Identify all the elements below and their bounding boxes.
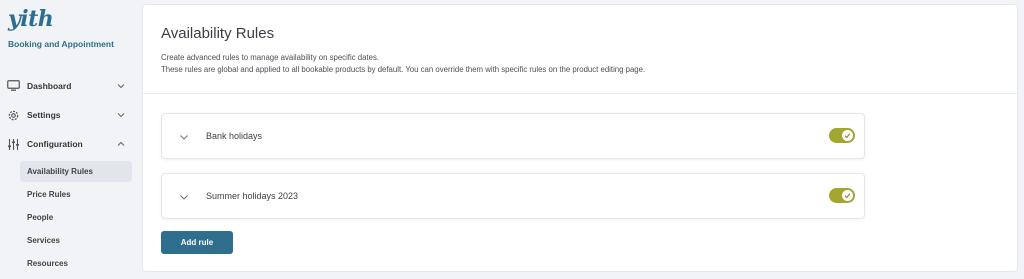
yith-logo[interactable]: yith [8, 6, 54, 32]
rule-enabled-toggle[interactable] [829, 188, 855, 203]
sidebar: yith Booking and Appointment Dashboard S… [0, 0, 142, 279]
gear-icon [6, 108, 20, 122]
chevron-down-icon[interactable] [116, 110, 126, 120]
page-description: Create advanced rules to manage availabi… [161, 52, 645, 76]
rule-name: Summer holidays 2023 [206, 191, 299, 201]
add-rule-button[interactable]: Add rule [161, 231, 233, 254]
check-icon [842, 130, 853, 141]
sidebar-subitem-resources[interactable]: Resources [20, 253, 132, 274]
chevron-up-icon[interactable] [116, 139, 126, 149]
sidebar-item-configuration[interactable]: Configuration [6, 134, 130, 154]
chevron-down-icon[interactable] [178, 131, 190, 143]
description-line: Create advanced rules to manage availabi… [161, 53, 380, 62]
sidebar-item-label: Dashboard [27, 81, 72, 91]
sidebar-item-label: Settings [27, 110, 61, 120]
monitor-icon [6, 79, 20, 93]
sidebar-subitem-availability-rules[interactable]: Availability Rules [20, 161, 132, 182]
sidebar-item-label: Configuration [27, 139, 83, 149]
sliders-icon [6, 137, 20, 151]
rule-row[interactable]: Bank holidays [161, 113, 865, 159]
check-icon [842, 190, 853, 201]
divider [143, 93, 1017, 94]
rule-name: Bank holidays [206, 131, 263, 141]
chevron-down-icon[interactable] [116, 81, 126, 91]
plugin-name: Booking and Appointment [8, 39, 114, 49]
sidebar-item-dashboard[interactable]: Dashboard [6, 76, 130, 96]
sidebar-subitem-people[interactable]: People [20, 207, 132, 228]
sidebar-subitem-services[interactable]: Services [20, 230, 132, 251]
rule-enabled-toggle[interactable] [829, 128, 855, 143]
page-title: Availability Rules [161, 25, 275, 42]
sidebar-subitem-price-rules[interactable]: Price Rules [20, 184, 132, 205]
description-line: These rules are global and applied to al… [161, 65, 646, 74]
main-panel: Availability Rules Create advanced rules… [142, 4, 1018, 272]
rule-row[interactable]: Summer holidays 2023 [161, 173, 865, 219]
sidebar-item-settings[interactable]: Settings [6, 105, 130, 125]
chevron-down-icon[interactable] [178, 191, 190, 203]
